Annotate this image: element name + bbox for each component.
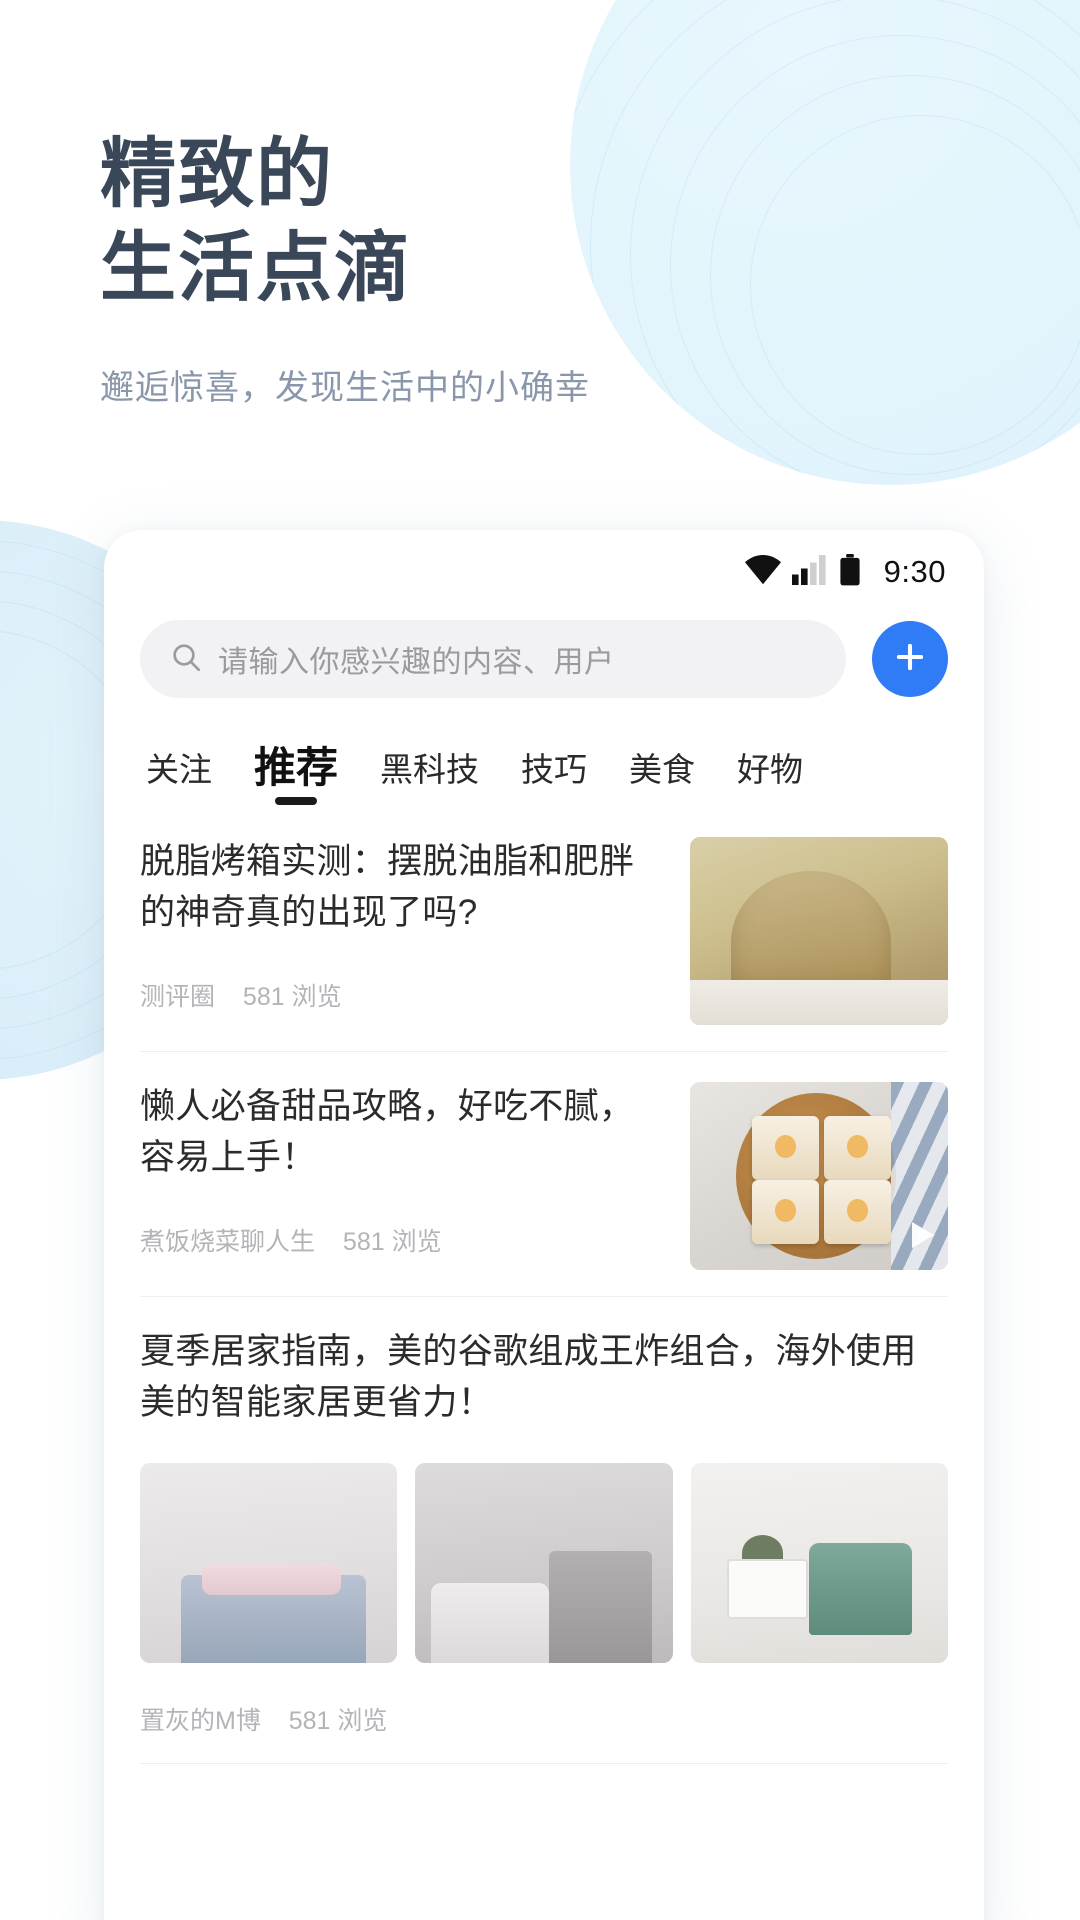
grid-image[interactable] (140, 1462, 398, 1663)
tab-tuijian[interactable]: 推荐 (254, 734, 338, 807)
feed-item-author: 煮饭烧菜聊人生 (140, 1227, 316, 1256)
feed-item-author: 置灰的M博 (140, 1706, 261, 1735)
video-play-icon (912, 1222, 934, 1248)
page-subtitle: 邂逅惊喜，发现生活中的小确幸 (100, 369, 590, 408)
tab-guanzhu[interactable]: 关注 (146, 743, 212, 807)
thumbnail-image (690, 837, 948, 1025)
feed-item-title: 懒人必备甜品攻略，好吃不腻，容易上手！ (140, 1087, 635, 1177)
hero-section: 精致的 生活点滴 邂逅惊喜，发现生活中的小确幸 (100, 128, 590, 409)
tab-label: 美食 (629, 751, 696, 788)
feed-item-thumbnail[interactable] (690, 1082, 948, 1270)
tab-label: 推荐 (254, 744, 339, 791)
tab-label: 关注 (146, 751, 212, 788)
decorative-arcs (570, 0, 1080, 485)
feed-divider (140, 1762, 948, 1764)
tab-label: 技巧 (521, 751, 588, 788)
feed-item-views: 581 浏览 (242, 982, 342, 1011)
plus-icon (891, 638, 929, 681)
feed-item-image-grid (140, 1462, 948, 1663)
feed-item-meta: 煮饭烧菜聊人生 581 浏览 (140, 1184, 664, 1258)
battery-full-icon (838, 553, 862, 591)
feed-item-meta: 测评圈 581 浏览 (140, 939, 664, 1013)
tab-label: 黑科技 (380, 751, 480, 788)
feed-item[interactable]: 脱脂烤箱实测：摆脱油脂和肥胖的神奇真的出现了吗? 测评圈 581 浏览 (140, 807, 948, 1051)
page-root: 精致的 生活点滴 邂逅惊喜，发现生活中的小确幸 9:30 请输入你感兴趣的内容、… (0, 0, 1080, 1920)
search-input[interactable]: 请输入你感兴趣的内容、用户 (140, 620, 846, 698)
feed-list: 脱脂烤箱实测：摆脱油脂和肥胖的神奇真的出现了吗? 测评圈 581 浏览 懒人必备… (104, 807, 984, 1764)
wifi-icon (744, 554, 782, 590)
cellular-signal-icon (791, 554, 828, 590)
feed-item-views: 581 浏览 (342, 1227, 442, 1256)
tab-meishi[interactable]: 美食 (629, 743, 695, 807)
feed-item-title: 夏季居家指南，美的谷歌组成王炸组合，海外使用美的智能家居更省力！ (140, 1332, 917, 1422)
tab-haowu[interactable]: 好物 (737, 743, 803, 807)
feed-item-views: 581 浏览 (288, 1706, 388, 1735)
search-placeholder: 请输入你感兴趣的内容、用户 (218, 646, 615, 679)
thumbnail-image (690, 1462, 948, 1663)
category-tabs: 关注 推荐 黑科技 技巧 美食 好物 (104, 698, 984, 807)
tab-jiqiao[interactable]: 技巧 (521, 743, 587, 807)
phone-preview-card: 9:30 请输入你感兴趣的内容、用户 关注 推荐 黑科技 技巧 美食 好物 脱脂… (104, 530, 984, 1920)
feed-item[interactable]: 夏季居家指南，美的谷歌组成王炸组合，海外使用美的智能家居更省力！ 置灰的M博 5… (140, 1297, 948, 1763)
thumbnail-image (415, 1462, 673, 1663)
status-bar-time: 9:30 (883, 554, 946, 589)
page-title-line-2: 生活点滴 (100, 226, 412, 312)
tab-active-underline (275, 797, 317, 805)
grid-image[interactable] (690, 1462, 948, 1663)
search-row: 请输入你感兴趣的内容、用户 (104, 620, 984, 698)
feed-item-title: 脱脂烤箱实测：摆脱油脂和肥胖的神奇真的出现了吗? (140, 842, 635, 932)
page-title: 精致的 生活点滴 (100, 128, 590, 316)
status-bar: 9:30 (104, 530, 984, 614)
page-title-line-1: 精致的 (100, 132, 334, 217)
feed-item-meta: 置灰的M博 581 浏览 (140, 1663, 948, 1737)
thumbnail-image (140, 1462, 398, 1663)
add-post-button[interactable] (872, 621, 948, 697)
decorative-plant (742, 1534, 784, 1571)
feed-item[interactable]: 懒人必备甜品攻略，好吃不腻，容易上手！ 煮饭烧菜聊人生 581 浏览 (140, 1052, 948, 1296)
decorative-circle-top-right (570, 0, 1080, 485)
feed-item-author: 测评圈 (140, 982, 216, 1011)
search-icon (170, 641, 202, 678)
feed-item-thumbnail[interactable] (690, 837, 948, 1025)
grid-image[interactable] (415, 1462, 673, 1663)
tab-label: 好物 (737, 751, 804, 788)
thumbnail-image (690, 1082, 948, 1270)
tab-heikeji[interactable]: 黑科技 (380, 743, 479, 807)
